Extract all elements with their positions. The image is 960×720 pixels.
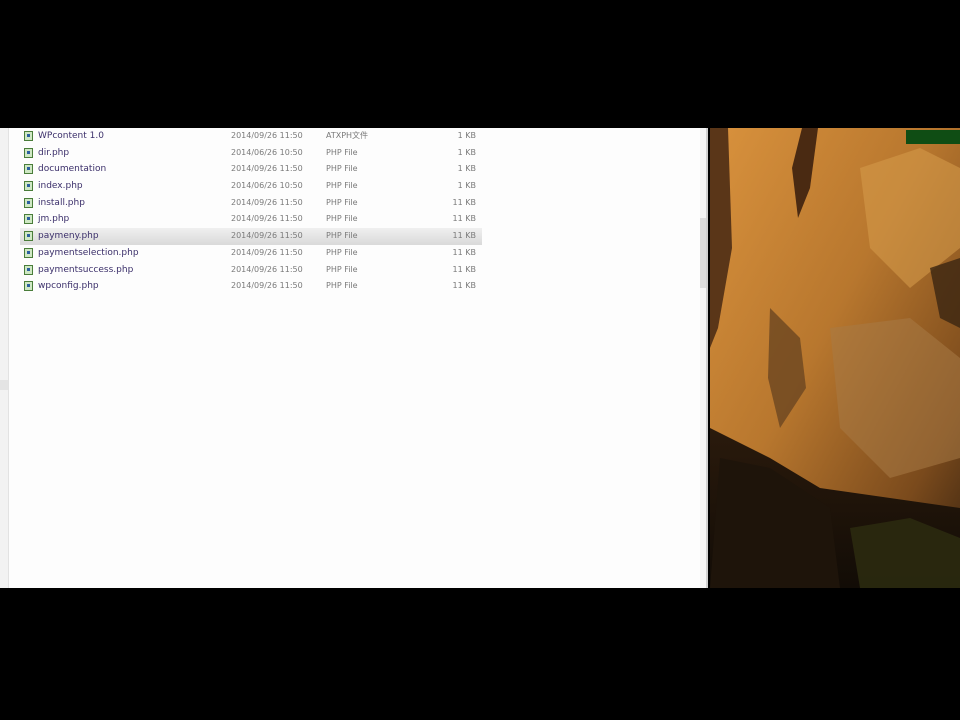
file-modified-date: 2014/09/26 11:50 bbox=[231, 231, 303, 241]
file-name: paymentselection.php bbox=[38, 247, 139, 258]
file-name: paymentsuccess.php bbox=[38, 264, 134, 275]
desktop-wallpaper bbox=[710, 128, 960, 588]
php-file-icon bbox=[24, 164, 33, 175]
php-file-icon bbox=[24, 264, 33, 275]
file-name: documentation bbox=[38, 164, 107, 175]
file-type: PHP File bbox=[326, 147, 358, 157]
file-row[interactable]: index.php 2014/06/26 10:50 PHP File 1 KB bbox=[20, 178, 482, 195]
desktop-screen: WPcontent 1.0 2014/09/26 11:50 ATXPH文件 1 KB… bbox=[0, 128, 960, 588]
php-file-icon bbox=[24, 214, 33, 225]
file-type: PHP File bbox=[326, 231, 358, 241]
cliff-wallpaper-image bbox=[710, 128, 960, 588]
file-name: dir.php bbox=[38, 147, 70, 158]
php-file-icon bbox=[24, 247, 33, 258]
file-size: 11 KB bbox=[452, 264, 476, 274]
file-size: 11 KB bbox=[452, 214, 476, 224]
file-modified-date: 2014/09/26 11:50 bbox=[231, 281, 303, 291]
file-type: PHP File bbox=[326, 281, 358, 291]
file-row[interactable]: paymentselection.php 2014/09/26 11:50 PHP … bbox=[20, 245, 482, 262]
file-type: PHP File bbox=[326, 247, 358, 257]
file-row[interactable]: jm.php 2014/09/26 11:50 PHP File 11 KB bbox=[20, 211, 482, 228]
file-name: install.php bbox=[38, 197, 85, 208]
file-modified-date: 2014/09/26 11:50 bbox=[231, 214, 303, 224]
file-name: jm.php bbox=[38, 214, 70, 225]
file-row[interactable]: paymentsuccess.php 2014/09/26 11:50 PHP Fi… bbox=[20, 262, 482, 279]
navigation-pane-edge[interactable] bbox=[0, 128, 9, 588]
file-modified-date: 2014/09/26 11:50 bbox=[231, 247, 303, 257]
file-size: 1 KB bbox=[457, 181, 476, 191]
file-name: wpconfig.php bbox=[38, 281, 99, 292]
file-row[interactable]: install.php 2014/09/26 11:50 PHP File 11 KB bbox=[20, 195, 482, 212]
file-modified-date: 2014/09/26 11:50 bbox=[231, 197, 303, 207]
file-modified-date: 2014/09/26 11:50 bbox=[231, 164, 303, 174]
php-file-icon bbox=[24, 197, 33, 208]
php-file-icon bbox=[24, 281, 33, 292]
vertical-scrollbar[interactable] bbox=[700, 128, 706, 588]
file-explorer-window: WPcontent 1.0 2014/09/26 11:50 ATXPH文件 1 KB… bbox=[0, 128, 708, 588]
file-name: index.php bbox=[38, 181, 83, 192]
file-row[interactable]: wpconfig.php 2014/09/26 11:50 PHP File 11 K… bbox=[20, 278, 482, 295]
file-modified-date: 2014/06/26 10:50 bbox=[231, 181, 303, 191]
file-name: paymeny.php bbox=[38, 231, 99, 242]
file-row[interactable]: paymeny.php 2014/09/26 11:50 PHP File 11 KB bbox=[20, 228, 482, 245]
scrollbar-thumb[interactable] bbox=[700, 218, 706, 288]
file-modified-date: 2014/09/26 11:50 bbox=[231, 264, 303, 274]
navigation-pane-marker bbox=[0, 380, 8, 390]
file-size: 1 KB bbox=[457, 131, 476, 140]
php-file-icon bbox=[24, 181, 33, 192]
file-name: WPcontent 1.0 bbox=[38, 131, 104, 141]
file-row[interactable]: dir.php 2014/06/26 10:50 PHP File 1 KB bbox=[20, 145, 482, 162]
file-list: WPcontent 1.0 2014/09/26 11:50 ATXPH文件 1 KB… bbox=[20, 128, 482, 295]
file-modified-date: 2014/06/26 10:50 bbox=[231, 147, 303, 157]
file-type: PHP File bbox=[326, 264, 358, 274]
desktop-icon-tile[interactable] bbox=[906, 130, 960, 144]
file-type: PHP File bbox=[326, 181, 358, 191]
file-type: PHP File bbox=[326, 197, 358, 207]
php-file-icon bbox=[24, 147, 33, 158]
file-size: 1 KB bbox=[457, 147, 476, 157]
file-row[interactable]: documentation 2014/09/26 11:50 PHP File 1 K… bbox=[20, 161, 482, 178]
file-row[interactable]: WPcontent 1.0 2014/09/26 11:50 ATXPH文件 1 KB bbox=[20, 128, 482, 145]
file-size: 11 KB bbox=[452, 231, 476, 241]
file-type: PHP File bbox=[326, 164, 358, 174]
file-size: 11 KB bbox=[452, 247, 476, 257]
file-size: 11 KB bbox=[452, 281, 476, 291]
file-size: 11 KB bbox=[452, 197, 476, 207]
file-size: 1 KB bbox=[457, 164, 476, 174]
file-type: ATXPH文件 bbox=[326, 131, 369, 140]
file-type: PHP File bbox=[326, 214, 358, 224]
php-file-icon bbox=[24, 131, 33, 141]
php-file-icon bbox=[24, 231, 33, 242]
file-modified-date: 2014/09/26 11:50 bbox=[231, 131, 303, 140]
